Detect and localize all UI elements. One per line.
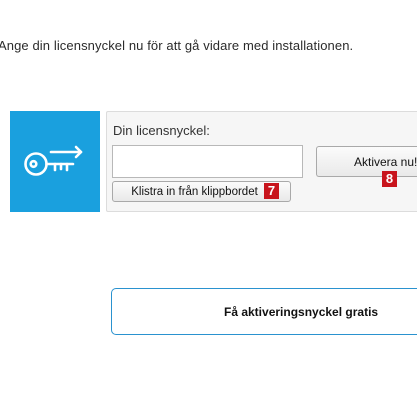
key-arrow-icon: [24, 145, 83, 176]
instruction-text: Ange din licensnyckel nu för att gå vida…: [0, 38, 354, 53]
hint-badge-activate: 8: [382, 171, 397, 187]
hint-badge-paste: 7: [264, 183, 279, 199]
license-key-input[interactable]: [112, 145, 303, 178]
license-key-tile: [10, 111, 100, 212]
get-free-activation-key-button[interactable]: Få aktiveringsnyckel gratis: [111, 288, 417, 335]
license-key-label: Din licensnyckel:: [113, 123, 210, 138]
activate-now-button[interactable]: Aktivera nu!: [316, 146, 417, 177]
